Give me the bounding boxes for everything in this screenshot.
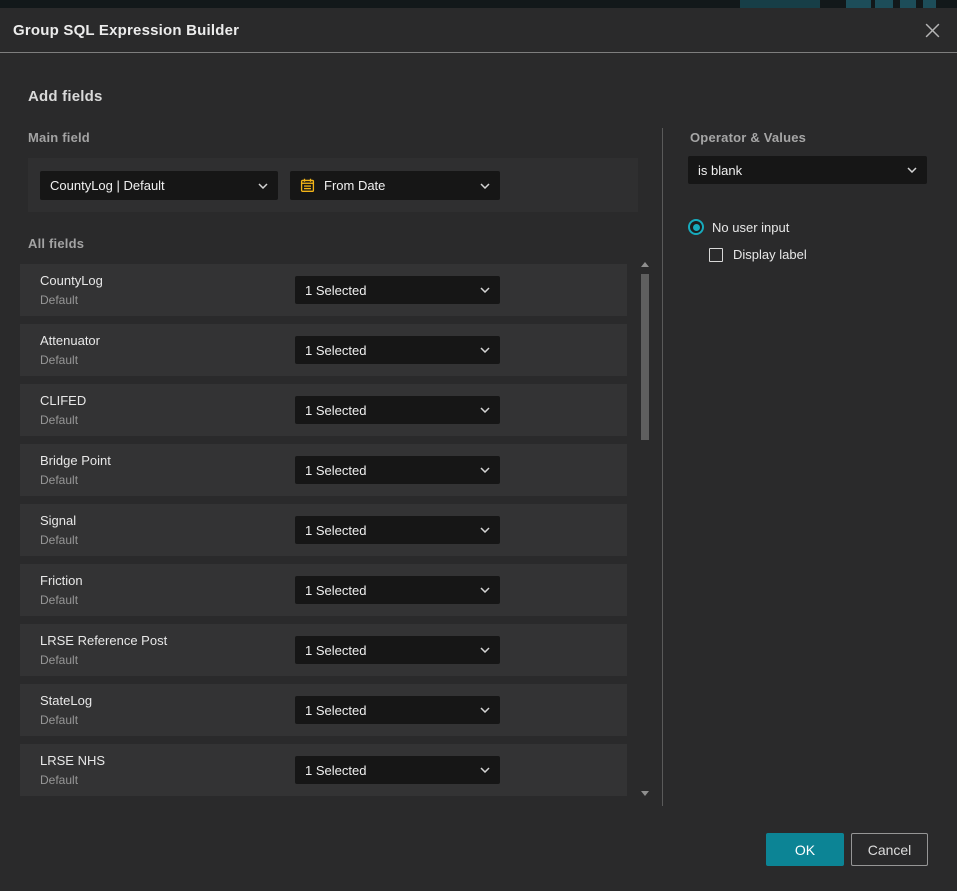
field-name: CLIFED <box>40 393 86 408</box>
chevron-down-icon <box>480 587 490 593</box>
add-fields-heading: Add fields <box>28 88 103 105</box>
field-name: LRSE Reference Post <box>40 633 167 648</box>
chevron-down-icon <box>480 347 490 353</box>
field-selected-value: 1 Selected <box>305 583 472 598</box>
field-source-sublabel: Default <box>40 413 78 427</box>
field-selected-value: 1 Selected <box>305 283 472 298</box>
field-source-sublabel: Default <box>40 293 78 307</box>
chevron-down-icon <box>480 647 490 653</box>
field-selected-dropdown[interactable]: 1 Selected <box>295 576 500 604</box>
close-icon <box>924 22 941 39</box>
field-selected-dropdown[interactable]: 1 Selected <box>295 336 500 364</box>
calendar-icon <box>300 178 315 193</box>
chevron-down-icon <box>480 767 490 773</box>
scrollbar-down-arrow[interactable] <box>641 791 649 796</box>
field-source-sublabel: Default <box>40 653 78 667</box>
field-row: Bridge Point Default 1 Selected <box>20 444 627 496</box>
panel-divider <box>662 128 663 806</box>
field-selected-dropdown[interactable]: 1 Selected <box>295 396 500 424</box>
field-selected-dropdown[interactable]: 1 Selected <box>295 276 500 304</box>
background-toolbar-fragment <box>740 0 820 8</box>
field-row: CountyLog Default 1 Selected <box>20 264 627 316</box>
main-field-date-value: From Date <box>324 178 472 193</box>
field-row: LRSE NHS Default 1 Selected <box>20 744 627 796</box>
list-scrollbar <box>639 258 651 800</box>
close-button[interactable] <box>921 19 943 41</box>
display-label-text: Display label <box>733 247 807 262</box>
chevron-down-icon <box>480 407 490 413</box>
field-selected-dropdown[interactable]: 1 Selected <box>295 456 500 484</box>
chevron-down-icon <box>907 167 917 173</box>
no-user-input-radio[interactable]: No user input <box>688 219 789 235</box>
field-name: Friction <box>40 573 83 588</box>
field-row: Signal Default 1 Selected <box>20 504 627 556</box>
field-name: Bridge Point <box>40 453 111 468</box>
field-row: Friction Default 1 Selected <box>20 564 627 616</box>
field-selected-value: 1 Selected <box>305 643 472 658</box>
field-selected-value: 1 Selected <box>305 403 472 418</box>
display-label-checkbox-row[interactable]: Display label <box>709 247 807 262</box>
field-source-sublabel: Default <box>40 473 78 487</box>
field-selected-value: 1 Selected <box>305 703 472 718</box>
field-source-sublabel: Default <box>40 353 78 367</box>
field-source-sublabel: Default <box>40 773 78 787</box>
field-row: CLIFED Default 1 Selected <box>20 384 627 436</box>
background-toolbar-fragment <box>900 0 916 8</box>
background-toolbar-fragment <box>846 0 871 8</box>
operator-values-heading: Operator & Values <box>690 130 806 145</box>
dialog-title: Group SQL Expression Builder <box>13 8 239 53</box>
field-source-sublabel: Default <box>40 713 78 727</box>
all-fields-label: All fields <box>28 236 84 251</box>
main-field-label: Main field <box>28 130 90 145</box>
all-fields-list: CountyLog Default 1 Selected Attenuator … <box>20 264 627 804</box>
field-source-sublabel: Default <box>40 593 78 607</box>
field-selected-dropdown[interactable]: 1 Selected <box>295 696 500 724</box>
main-field-date-select[interactable]: From Date <box>290 171 500 200</box>
cancel-button[interactable]: Cancel <box>851 833 928 866</box>
main-field-band: CountyLog | Default From Date <box>28 158 638 212</box>
field-selected-dropdown[interactable]: 1 Selected <box>295 756 500 784</box>
chevron-down-icon <box>480 467 490 473</box>
field-row: LRSE Reference Post Default 1 Selected <box>20 624 627 676</box>
chevron-down-icon <box>480 707 490 713</box>
field-row: StateLog Default 1 Selected <box>20 684 627 736</box>
chevron-down-icon <box>480 287 490 293</box>
field-selected-dropdown[interactable]: 1 Selected <box>295 636 500 664</box>
field-selected-value: 1 Selected <box>305 343 472 358</box>
field-name: CountyLog <box>40 273 103 288</box>
operator-value: is blank <box>698 163 899 178</box>
scrollbar-thumb[interactable] <box>641 274 649 440</box>
field-source-sublabel: Default <box>40 533 78 547</box>
field-selected-dropdown[interactable]: 1 Selected <box>295 516 500 544</box>
field-selected-value: 1 Selected <box>305 463 472 478</box>
field-name: LRSE NHS <box>40 753 105 768</box>
chevron-down-icon <box>258 183 268 189</box>
chevron-down-icon <box>480 527 490 533</box>
field-name: Signal <box>40 513 76 528</box>
dialog-header: Group SQL Expression Builder <box>0 8 957 53</box>
background-toolbar-fragment <box>875 0 893 8</box>
main-field-source-select[interactable]: CountyLog | Default <box>40 171 278 200</box>
no-user-input-label: No user input <box>712 220 789 235</box>
field-selected-value: 1 Selected <box>305 523 472 538</box>
checkbox-unchecked-icon <box>709 248 723 262</box>
scrollbar-up-arrow[interactable] <box>641 262 649 267</box>
operator-select[interactable]: is blank <box>688 156 927 184</box>
field-name: StateLog <box>40 693 92 708</box>
main-field-source-value: CountyLog | Default <box>50 178 250 193</box>
background-toolbar-fragment <box>923 0 936 8</box>
field-selected-value: 1 Selected <box>305 763 472 778</box>
radio-selected-icon <box>688 219 704 235</box>
ok-button[interactable]: OK <box>766 833 844 866</box>
chevron-down-icon <box>480 183 490 189</box>
field-row: Attenuator Default 1 Selected <box>20 324 627 376</box>
field-name: Attenuator <box>40 333 100 348</box>
group-sql-expression-builder-dialog: Group SQL Expression Builder Add fields … <box>0 8 957 891</box>
background-page-edge <box>0 0 957 8</box>
